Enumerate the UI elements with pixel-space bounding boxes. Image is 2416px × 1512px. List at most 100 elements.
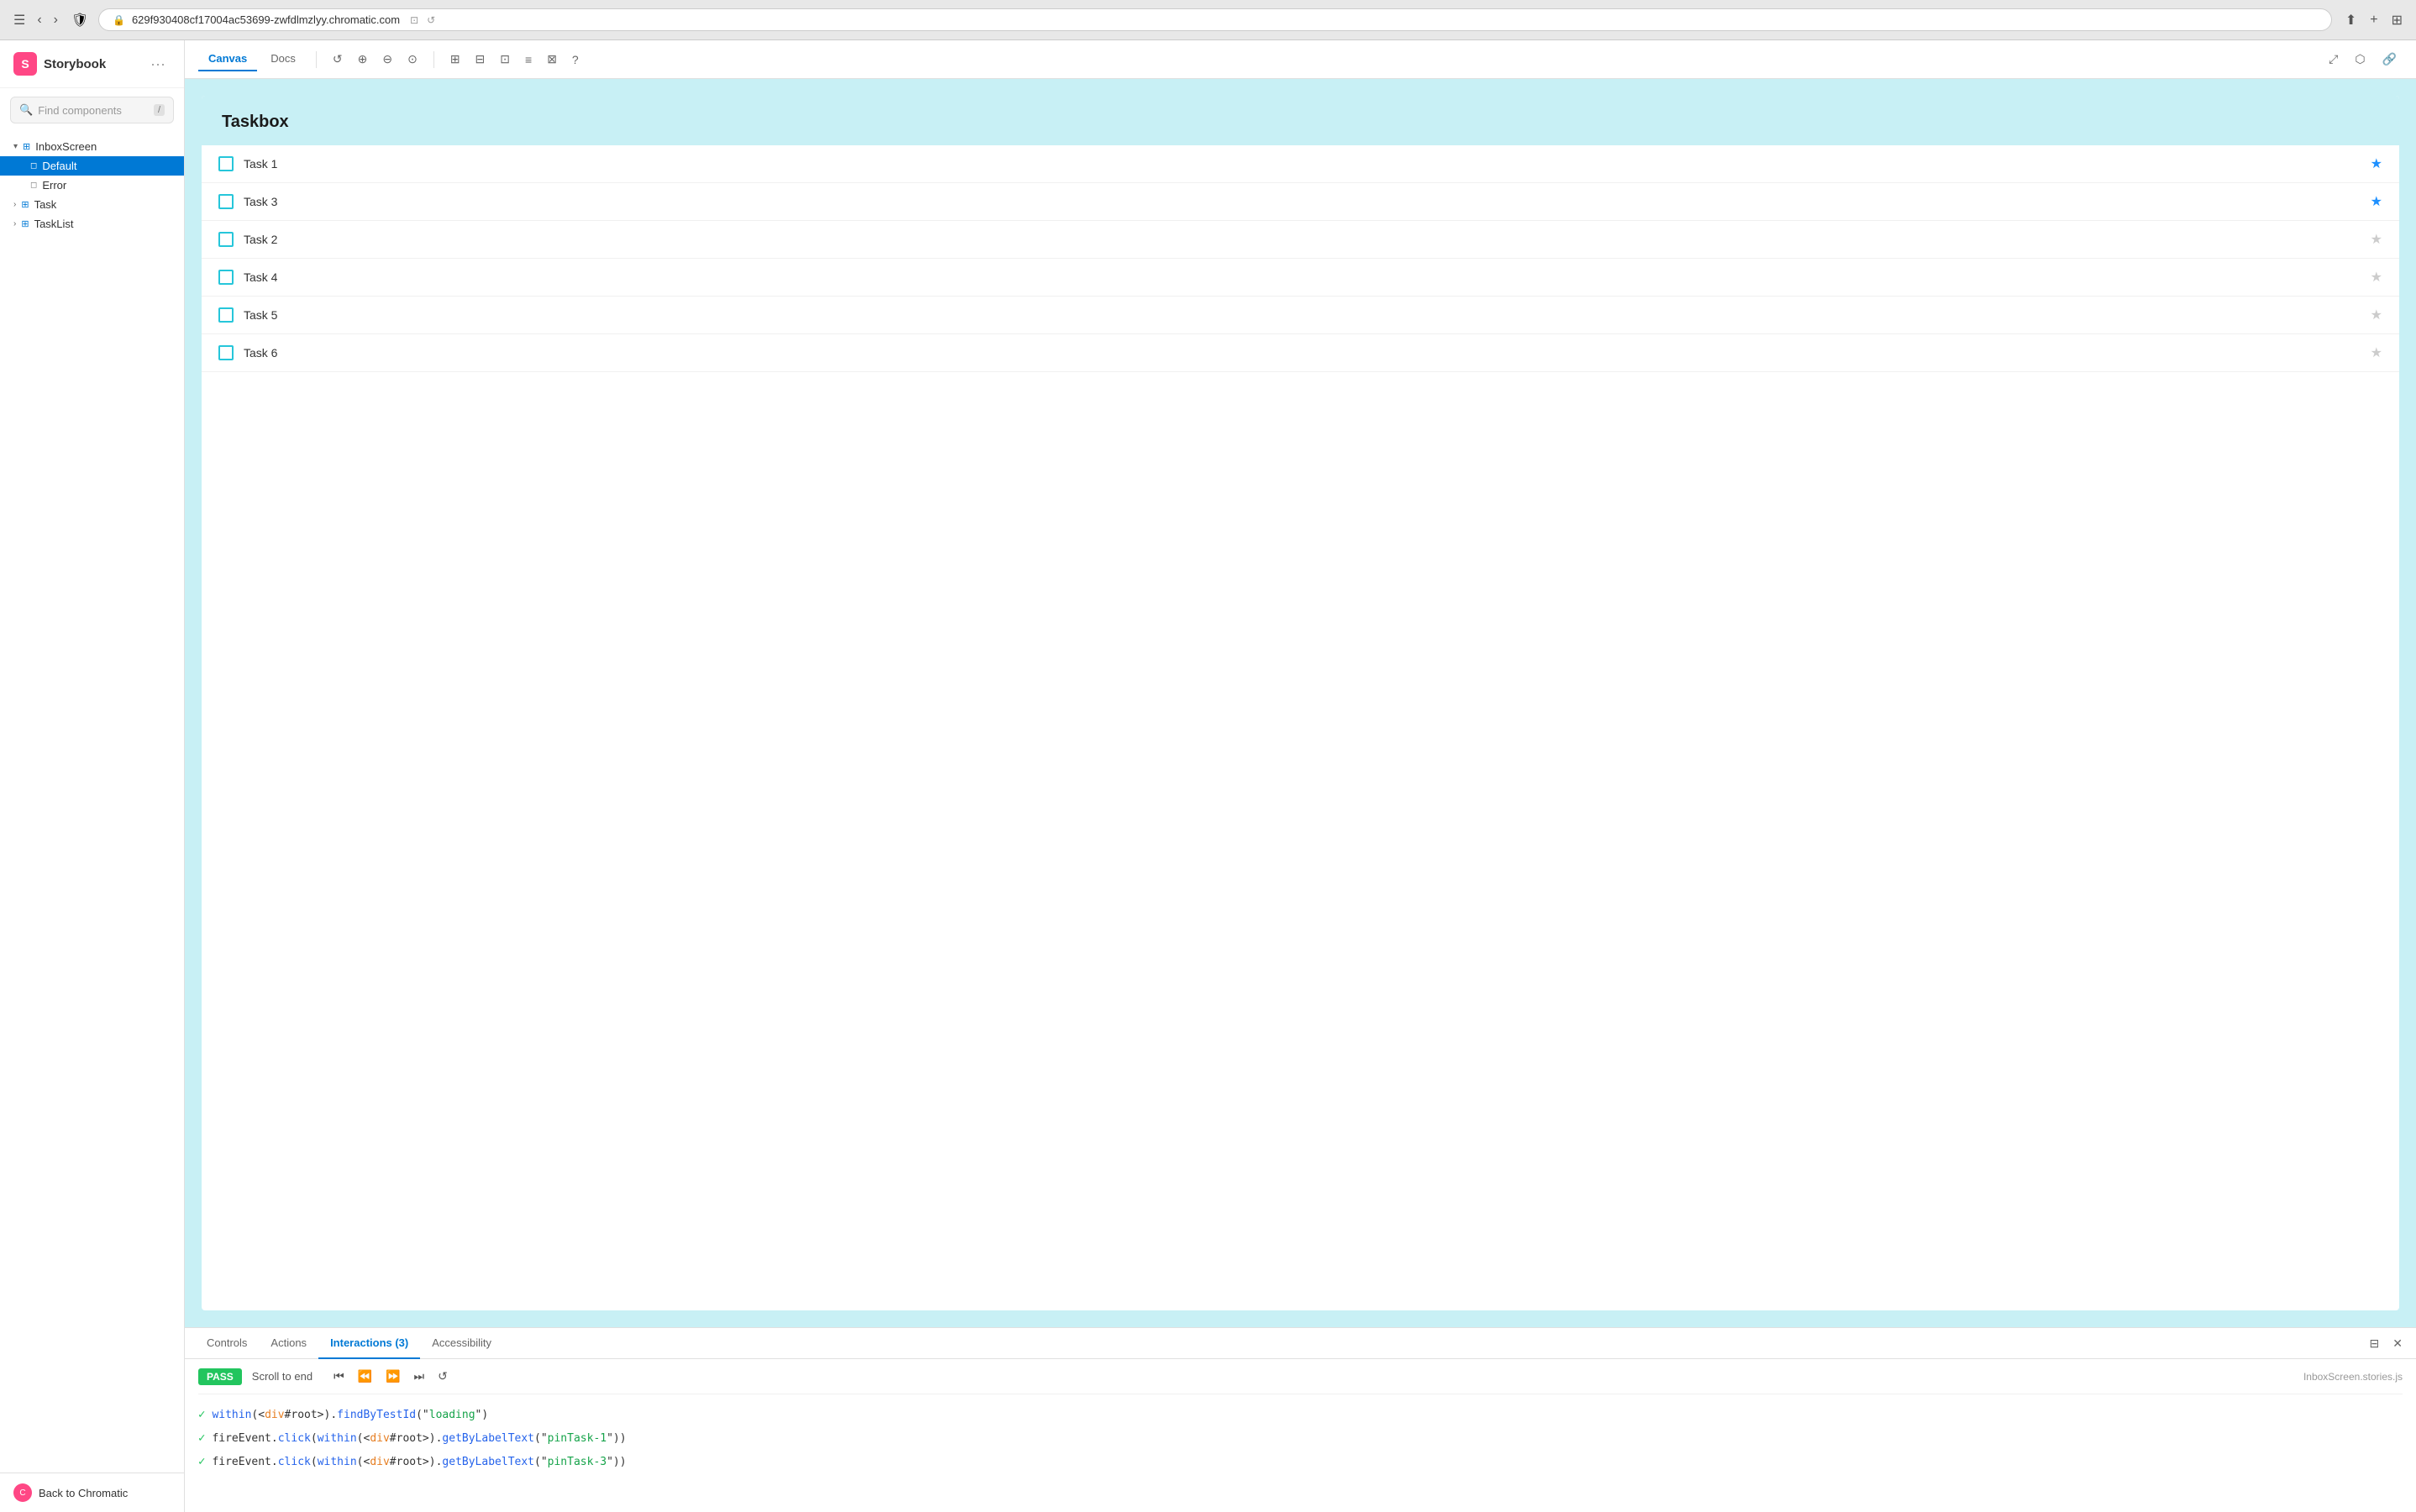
pass-bar: PASS Scroll to end ⏮ ⏪ ⏩ ⏭ ↺ InboxScreen… <box>198 1368 2403 1394</box>
panel-split-btn[interactable]: ⊟ <box>2366 1333 2383 1354</box>
tab-accessibility[interactable]: Accessibility <box>420 1328 503 1359</box>
task-name: Task 5 <box>244 308 2361 322</box>
sidebar-item-label: InboxScreen <box>35 140 97 153</box>
check-icon: ✓ <box>198 1431 205 1445</box>
tab-docs[interactable]: Docs <box>260 47 306 71</box>
replay-btn[interactable]: ↺ <box>433 1368 452 1385</box>
table-row: Task 5 ★ <box>202 297 2399 334</box>
task-checkbox[interactable] <box>218 232 234 247</box>
tab-canvas[interactable]: Canvas <box>198 47 257 71</box>
sidebar-item-error[interactable]: ◻ Error <box>0 176 184 195</box>
app-container: S Storybook ··· 🔍 Find components / ▾ ⊞ … <box>0 40 2416 1512</box>
pin-star-icon[interactable]: ★ <box>2371 193 2382 210</box>
back-btn[interactable]: ‹ <box>34 9 45 31</box>
reader-icon: ⊡ <box>410 14 418 26</box>
sidebar-item-task[interactable]: › ⊞ Task <box>0 195 184 214</box>
story-title: Taskbox <box>222 113 2379 132</box>
share-btn[interactable]: ⬆ <box>2342 8 2360 32</box>
sidebar-item-label: TaskList <box>34 218 74 230</box>
browser-shield-icon: 🛡 <box>71 12 88 29</box>
expand-icon: ▾ <box>13 142 18 151</box>
story-header: Taskbox <box>202 96 2399 145</box>
task-checkbox[interactable] <box>218 270 234 285</box>
task-checkbox[interactable] <box>218 156 234 171</box>
interaction-code: within(<div#root>).findByTestId("loading… <box>212 1409 488 1421</box>
new-tab-btn[interactable]: + <box>2366 8 2381 32</box>
prev-btn[interactable]: ⏪ <box>354 1368 376 1385</box>
padding-btn[interactable]: ⊡ <box>494 48 516 71</box>
story-icon: ◻ <box>30 181 37 190</box>
ruler-btn[interactable]: ≡ <box>519 49 538 71</box>
task-name: Task 2 <box>244 233 2361 246</box>
tab-grid-btn[interactable]: ⊞ <box>2388 8 2406 32</box>
pin-star-icon[interactable]: ★ <box>2371 155 2382 172</box>
copy-link-btn[interactable]: 🔗 <box>2377 48 2403 71</box>
main-content: Canvas Docs ↺ ⊕ ⊖ ⊙ ⊞ ⊟ ⊡ ≡ ⊠ ? ⤢ ⬡ 🔗 T <box>185 40 2416 1512</box>
grid-btn[interactable]: ⊞ <box>444 48 466 71</box>
storybook-logo-icon: S <box>13 52 37 76</box>
sidebar-header: S Storybook ··· <box>0 40 184 88</box>
sidebar-toggle-btn[interactable]: ☰ <box>10 8 29 32</box>
interaction-line-2: ✓ fireEvent.click(within(<div#root>).get… <box>198 1426 2403 1450</box>
open-new-btn[interactable]: ⬡ <box>2349 48 2371 71</box>
bottom-panel: Controls Actions Interactions (3) Access… <box>185 1327 2416 1512</box>
playback-controls: ⏮ ⏪ ⏩ ⏭ ↺ <box>329 1368 452 1385</box>
task-checkbox[interactable] <box>218 307 234 323</box>
pin-star-icon[interactable]: ★ <box>2371 307 2382 323</box>
search-icon: 🔍 <box>19 103 33 117</box>
search-bar[interactable]: 🔍 Find components / <box>10 97 174 123</box>
url-text: 629f930408cf17004ac53699-zwfdlmzlyy.chro… <box>132 13 400 26</box>
reload-icon[interactable]: ↺ <box>427 14 435 26</box>
search-slash-hint: / <box>154 104 165 116</box>
tab-controls[interactable]: Controls <box>195 1328 259 1359</box>
zoom-reset-btn[interactable]: ⊙ <box>402 48 423 71</box>
expand-icon: › <box>13 219 16 228</box>
table-row: Task 2 ★ <box>202 221 2399 259</box>
next-btn[interactable]: ⏩ <box>381 1368 404 1385</box>
tab-actions[interactable]: Actions <box>259 1328 318 1359</box>
task-name: Task 4 <box>244 270 2361 284</box>
browser-controls: ☰ ‹ › <box>10 8 61 32</box>
zoom-out-btn[interactable]: ⊖ <box>376 48 398 71</box>
task-checkbox[interactable] <box>218 345 234 360</box>
check-icon: ✓ <box>198 1408 205 1421</box>
forward-btn[interactable]: › <box>50 9 61 31</box>
first-btn[interactable]: ⏮ <box>329 1368 349 1385</box>
zoom-in-btn[interactable]: ⊕ <box>352 48 374 71</box>
panel-right-controls: ⊟ ✕ <box>2366 1333 2406 1354</box>
help-btn[interactable]: ? <box>566 49 585 71</box>
back-to-chromatic-btn[interactable]: C Back to Chromatic <box>0 1473 184 1512</box>
reset-btn[interactable]: ↺ <box>327 48 349 71</box>
sidebar-item-inbox-screen[interactable]: ▾ ⊞ InboxScreen <box>0 137 184 156</box>
interaction-code: fireEvent.click(within(<div#root>).getBy… <box>212 1456 626 1468</box>
fullscreen-btn[interactable]: ⤢ <box>2323 48 2344 71</box>
interaction-line-3: ✓ fireEvent.click(within(<div#root>).get… <box>198 1450 2403 1473</box>
pin-star-icon[interactable]: ★ <box>2371 269 2382 286</box>
sidebar-more-btn[interactable]: ··· <box>145 54 171 75</box>
sidebar-item-task-list[interactable]: › ⊞ TaskList <box>0 214 184 234</box>
browser-right-controls: ⬆ + ⊞ <box>2342 8 2406 32</box>
sidebar-item-label: Error <box>42 179 66 192</box>
pin-star-icon[interactable]: ★ <box>2371 344 2382 361</box>
pin-star-icon[interactable]: ★ <box>2371 231 2382 248</box>
table-row: Task 6 ★ <box>202 334 2399 372</box>
sidebar-item-label: Task <box>34 198 57 211</box>
search-placeholder: Find components <box>38 104 122 117</box>
address-bar[interactable]: 🔒 629f930408cf17004ac53699-zwfdlmzlyy.ch… <box>98 8 2332 31</box>
last-btn[interactable]: ⏭ <box>410 1368 429 1385</box>
check-icon: ✓ <box>198 1455 205 1468</box>
task-checkbox[interactable] <box>218 194 234 209</box>
toolbar-separator-2 <box>433 51 434 68</box>
canvas-area: Taskbox Task 1 ★ Task 3 ★ <box>185 79 2416 1327</box>
frame-btn[interactable]: ⊠ <box>541 48 563 71</box>
sidebar-item-default[interactable]: ◻ Default <box>0 156 184 176</box>
scroll-to-end-label: Scroll to end <box>252 1370 313 1383</box>
story-frame: Taskbox Task 1 ★ Task 3 ★ <box>202 96 2399 1310</box>
panel-close-btn[interactable]: ✕ <box>2389 1333 2406 1354</box>
toolbar-separator <box>316 51 317 68</box>
grid2-btn[interactable]: ⊟ <box>470 48 491 71</box>
task-list: Task 1 ★ Task 3 ★ Task 2 ★ <box>202 145 2399 372</box>
pass-badge: PASS <box>198 1368 242 1385</box>
storybook-logo: S Storybook <box>13 52 106 76</box>
tab-interactions[interactable]: Interactions (3) <box>318 1328 420 1359</box>
